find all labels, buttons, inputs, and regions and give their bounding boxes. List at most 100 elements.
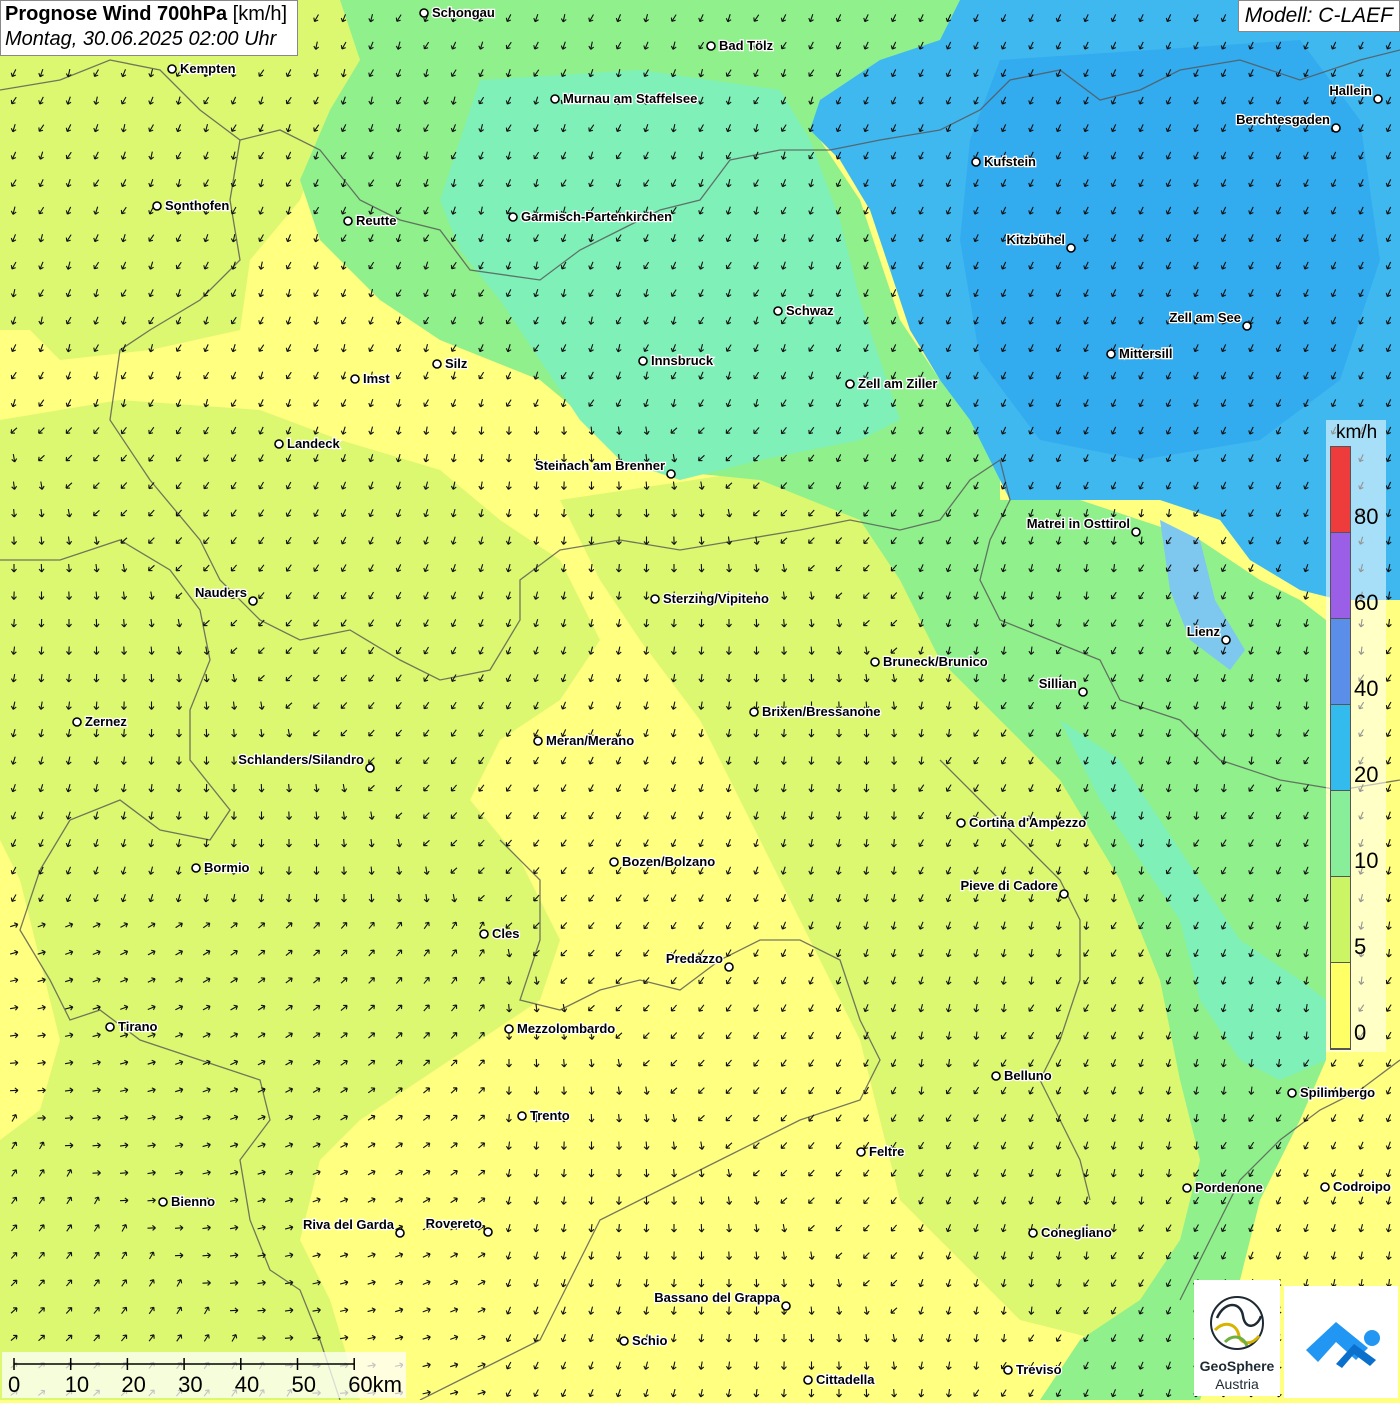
- city-label: Sillian: [1039, 676, 1077, 691]
- city-dot: [432, 359, 442, 369]
- app-logo: [1284, 1286, 1398, 1398]
- city-dot: [72, 717, 82, 727]
- scale-label: 0: [8, 1372, 21, 1397]
- city-label: Conegliano: [1041, 1225, 1112, 1240]
- city-label: Kitzbühel: [1007, 232, 1066, 247]
- city-dot: [1059, 889, 1069, 899]
- legend-label: 0: [1354, 1020, 1367, 1045]
- city-dot: [803, 1375, 813, 1385]
- city-dot: [619, 1336, 629, 1346]
- city-dot: [158, 1197, 168, 1207]
- city-label: Berchtesgaden: [1236, 112, 1330, 127]
- city-label: Schlanders/Silandro: [238, 752, 364, 767]
- scale-label: 30: [178, 1372, 203, 1397]
- city-label: Zernez: [85, 714, 127, 729]
- mountain-cloud-icon: [1306, 1322, 1380, 1368]
- city-label: Treviso: [1016, 1362, 1062, 1377]
- city-dot: [773, 306, 783, 316]
- city-dot: [483, 1227, 493, 1237]
- legend-swatch: [1331, 619, 1350, 705]
- title-box: Prognose Wind 700hPa [km/h] Montag, 30.0…: [0, 0, 299, 56]
- city-label: Bad Tölz: [719, 38, 774, 53]
- city-label: Belluno: [1004, 1068, 1052, 1083]
- city-dot: [504, 1024, 514, 1034]
- city-label: Schwaz: [786, 303, 834, 318]
- city-dot: [724, 962, 734, 972]
- city-label: Cortina d'Ampezzo: [969, 815, 1086, 830]
- city-label: Trento: [530, 1108, 570, 1123]
- city-label: Reutte: [356, 213, 396, 228]
- legend-swatch: [1331, 791, 1350, 877]
- city-label: Meran/Merano: [546, 733, 634, 748]
- city-dot: [105, 1022, 115, 1032]
- city-label: Bormio: [204, 860, 250, 875]
- city-dot: [1331, 123, 1341, 133]
- city-label: Schongau: [432, 5, 495, 20]
- city-dot: [1106, 349, 1116, 359]
- city-dot: [870, 657, 880, 667]
- city-marker: Mezzolombardo: [504, 1020, 617, 1037]
- scale-label: 20: [121, 1372, 146, 1397]
- city-label: Codroipo: [1333, 1179, 1391, 1194]
- city-dot: [274, 439, 284, 449]
- city-label: Spilimbergo: [1300, 1085, 1375, 1100]
- city-label: Murnau am Staffelsee: [563, 91, 697, 106]
- city-label: Matrei in Osttirol: [1027, 516, 1130, 531]
- city-dot: [1373, 94, 1383, 104]
- city-marker: Cortina d'Ampezzo: [956, 814, 1088, 831]
- city-dot: [956, 818, 966, 828]
- city-dot: [365, 763, 375, 773]
- city-marker: Schongau: [419, 4, 496, 21]
- city-dot: [550, 94, 560, 104]
- city-marker: Brixen/Bressanone: [749, 703, 882, 720]
- city-label: Bozen/Bolzano: [622, 854, 715, 869]
- city-label: Innsbruck: [651, 353, 714, 368]
- city-dot: [479, 929, 489, 939]
- city-dot: [350, 374, 360, 384]
- legend-label: 10: [1354, 848, 1379, 873]
- city-label: Rovereto: [426, 1216, 482, 1231]
- city-dot: [971, 157, 981, 167]
- city-dot: [1320, 1182, 1330, 1192]
- city-label: Cittadella: [816, 1372, 875, 1387]
- city-dot: [152, 201, 162, 211]
- city-dot: [191, 863, 201, 873]
- geosphere-logo: GeoSphere Austria: [1194, 1280, 1280, 1396]
- city-dot: [856, 1147, 866, 1157]
- city-marker: Conegliano: [1028, 1224, 1113, 1241]
- city-marker: Bozen/Bolzano: [609, 853, 716, 870]
- city-label: Bruneck/Brunico: [883, 654, 988, 669]
- city-marker: Pordenone: [1182, 1179, 1264, 1196]
- city-dot: [1003, 1365, 1013, 1375]
- city-dot: [1221, 635, 1231, 645]
- city-dot: [781, 1301, 791, 1311]
- city-dot: [666, 469, 676, 479]
- legend-label: 40: [1354, 676, 1379, 701]
- city-label: Pieve di Cadore: [960, 878, 1058, 893]
- city-marker: Meran/Merano: [533, 732, 635, 749]
- city-label: Schio: [632, 1333, 667, 1348]
- city-label: Imst: [363, 371, 390, 386]
- city-marker: Spilimbergo: [1287, 1084, 1376, 1101]
- model-label: Modell: C-LAEF: [1237, 0, 1400, 32]
- color-legend: km/h 80 60 40 20 10 5 0: [1326, 420, 1386, 1052]
- city-marker: Zell am Ziller: [845, 375, 939, 392]
- city-dot: [1242, 321, 1252, 331]
- city-label: Sterzing/Vipiteno: [663, 591, 769, 606]
- city-dot: [706, 41, 716, 51]
- city-dot: [1028, 1228, 1038, 1238]
- city-dot: [517, 1111, 527, 1121]
- legend-label: 80: [1354, 504, 1379, 529]
- scale-bar: 0 10 20 30 40 50 60km: [2, 1352, 406, 1398]
- wind-map: Schongau Bad Tölz Kempten Murnau am Staffel…: [0, 0, 1400, 1400]
- scale-label: 50: [291, 1372, 316, 1397]
- legend-swatch: [1331, 705, 1350, 791]
- city-label: Kufstein: [984, 154, 1036, 169]
- city-label: Silz: [445, 356, 468, 371]
- city-label: Bienno: [171, 1194, 215, 1209]
- legend-swatch: [1331, 877, 1350, 963]
- legend-swatch: [1331, 447, 1350, 533]
- city-label: Pordenone: [1195, 1180, 1263, 1195]
- city-label: Hallein: [1329, 83, 1372, 98]
- city-dot: [638, 356, 648, 366]
